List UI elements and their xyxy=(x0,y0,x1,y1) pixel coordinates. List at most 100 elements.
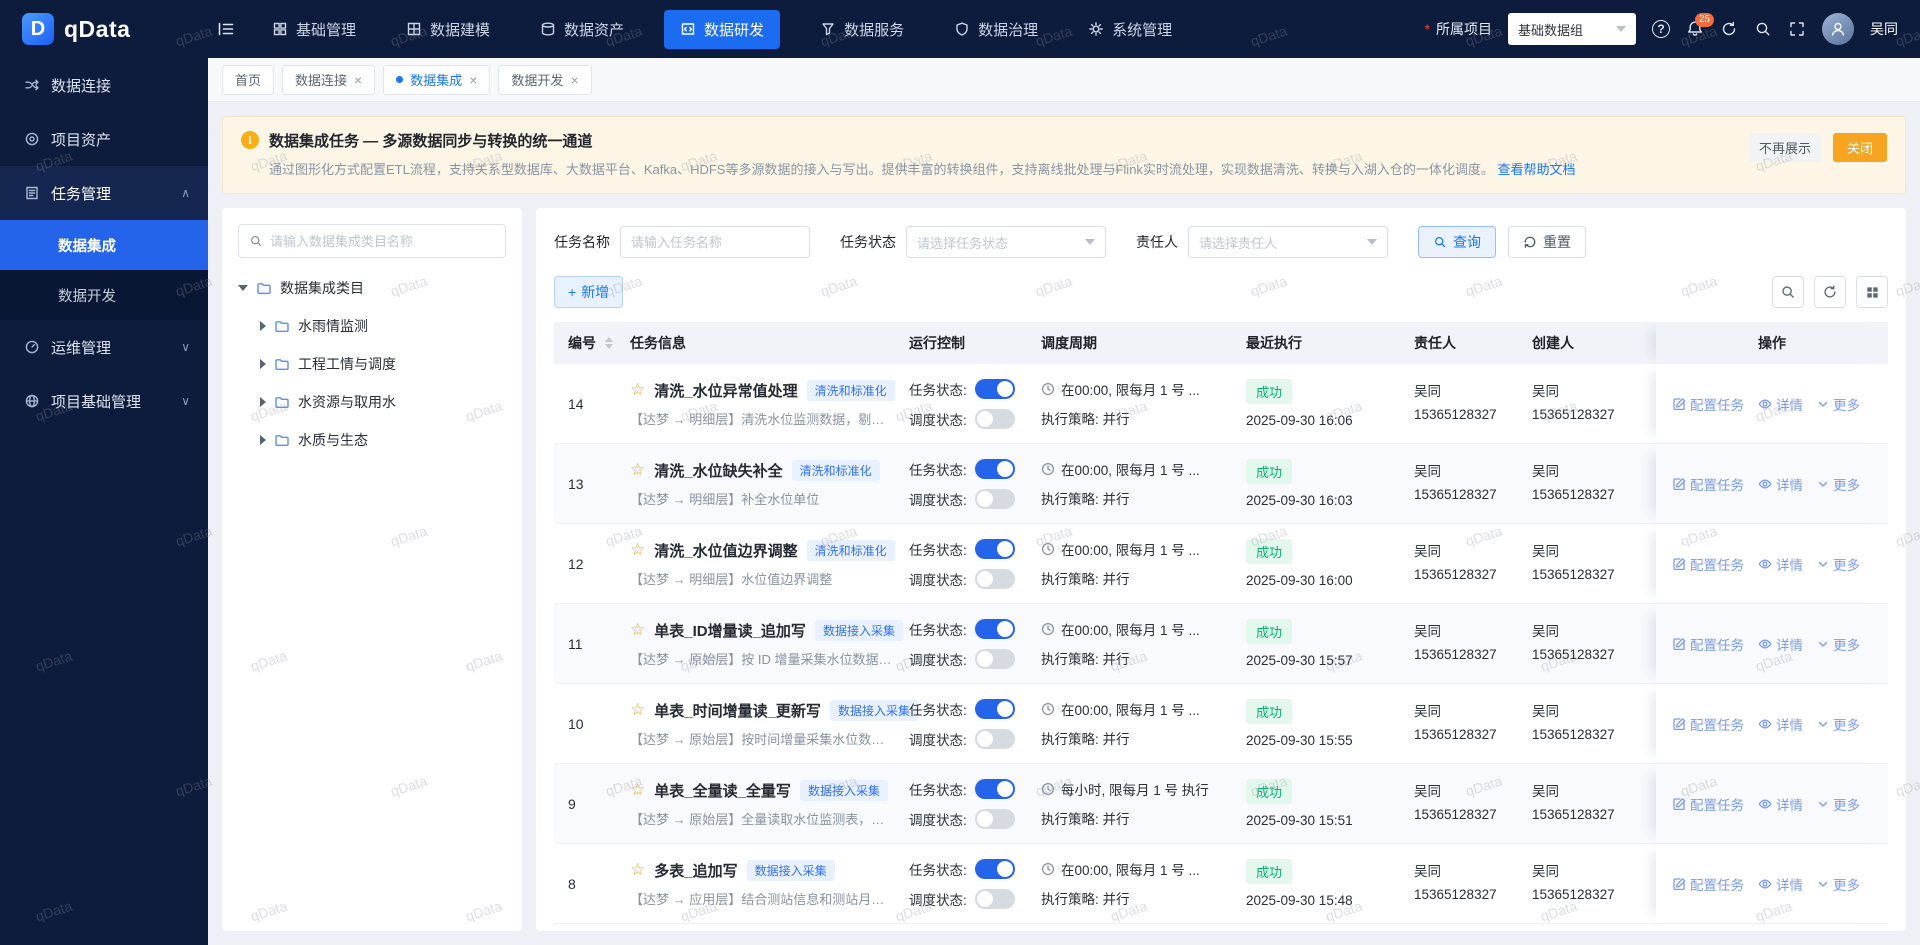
task-state-toggle[interactable] xyxy=(975,859,1015,879)
task-state-toggle[interactable] xyxy=(975,619,1015,639)
username[interactable]: 吴同 xyxy=(1870,19,1898,39)
more-link[interactable]: 更多 xyxy=(1817,554,1860,574)
task-name[interactable]: 单表_ID增量读_追加写 xyxy=(654,620,806,641)
caret-collapsed-icon[interactable] xyxy=(260,397,266,407)
sort-icon[interactable] xyxy=(605,337,613,349)
favorite-star-icon[interactable]: ☆ xyxy=(630,380,645,400)
sched-state-toggle[interactable] xyxy=(975,409,1015,429)
task-name[interactable]: 多表_追加写 xyxy=(654,860,737,881)
sched-state-toggle[interactable] xyxy=(975,649,1015,669)
tree-node[interactable]: 水资源与取用水 xyxy=(238,392,506,412)
details-link[interactable]: 详情 xyxy=(1758,714,1803,734)
tree-node[interactable]: 水雨情监测 xyxy=(238,316,506,336)
search-icon[interactable] xyxy=(1754,20,1772,38)
task-status-select[interactable]: 请选择任务状态 xyxy=(906,226,1106,258)
task-state-toggle[interactable] xyxy=(975,779,1015,799)
favorite-star-icon[interactable]: ☆ xyxy=(630,860,645,880)
sidebar-item-ops-management[interactable]: 运维管理 ∨ xyxy=(0,320,208,374)
sched-state-toggle[interactable] xyxy=(975,809,1015,829)
topnav-item-basic-mgmt[interactable]: 基础管理 xyxy=(262,10,366,49)
details-link[interactable]: 详情 xyxy=(1758,554,1803,574)
more-link[interactable]: 更多 xyxy=(1817,714,1860,734)
topnav-item-data-modeling[interactable]: 数据建模 xyxy=(396,10,500,49)
tree-search-input[interactable] xyxy=(270,234,495,249)
close-icon[interactable]: × xyxy=(570,72,578,88)
favorite-star-icon[interactable]: ☆ xyxy=(630,460,645,480)
sidebar-item-data-connection[interactable]: 数据连接 xyxy=(0,58,208,112)
task-name-input[interactable] xyxy=(620,226,810,258)
favorite-star-icon[interactable]: ☆ xyxy=(630,540,645,560)
tab[interactable]: 数据开发 × xyxy=(498,65,591,95)
tab[interactable]: 数据集成 × xyxy=(383,65,490,95)
refresh-icon[interactable] xyxy=(1720,20,1738,38)
tab[interactable]: 首页 xyxy=(222,65,274,95)
notification-bell-icon[interactable]: 25 xyxy=(1686,20,1704,38)
sched-state-toggle[interactable] xyxy=(975,569,1015,589)
caret-collapsed-icon[interactable] xyxy=(260,321,266,331)
details-link[interactable]: 详情 xyxy=(1758,634,1803,654)
details-link[interactable]: 详情 xyxy=(1758,474,1803,494)
project-select[interactable]: 基础数据组 xyxy=(1508,13,1636,45)
caret-expanded-icon[interactable] xyxy=(238,285,248,291)
task-name[interactable]: 单表_全量读_全量写 xyxy=(654,780,791,801)
topnav-item-data-services[interactable]: 数据服务 xyxy=(810,10,914,49)
caret-collapsed-icon[interactable] xyxy=(260,435,266,445)
sidebar-item-data-integration[interactable]: 数据集成 xyxy=(0,220,208,270)
task-state-toggle[interactable] xyxy=(975,379,1015,399)
configure-task-link[interactable]: 配置任务 xyxy=(1672,474,1744,494)
details-link[interactable]: 详情 xyxy=(1758,874,1803,894)
table-search-icon[interactable] xyxy=(1772,276,1804,308)
sidebar-item-project-basic-mgmt[interactable]: 项目基础管理 ∨ xyxy=(0,374,208,428)
more-link[interactable]: 更多 xyxy=(1817,394,1860,414)
more-link[interactable]: 更多 xyxy=(1817,474,1860,494)
task-name[interactable]: 单表_时间增量读_更新写 xyxy=(654,700,821,721)
sched-state-toggle[interactable] xyxy=(975,889,1015,909)
task-name[interactable]: 清洗_水位值边界调整 xyxy=(654,540,797,561)
fullscreen-icon[interactable] xyxy=(1788,20,1806,38)
task-state-toggle[interactable] xyxy=(975,699,1015,719)
more-link[interactable]: 更多 xyxy=(1817,634,1860,654)
tree-root-node[interactable]: 数据集成类目 xyxy=(238,278,506,298)
configure-task-link[interactable]: 配置任务 xyxy=(1672,394,1744,414)
favorite-star-icon[interactable]: ☆ xyxy=(630,620,645,640)
tree-node[interactable]: 工程工情与调度 xyxy=(238,354,506,374)
task-name[interactable]: 清洗_水位异常值处理 xyxy=(654,380,797,401)
topnav-item-system-mgmt[interactable]: 系统管理 xyxy=(1078,10,1182,49)
topnav-item-data-dev[interactable]: 数据研发 xyxy=(664,10,780,49)
add-task-button[interactable]: + 新增 xyxy=(554,276,623,308)
tree-node[interactable]: 水质与生态 xyxy=(238,430,506,450)
favorite-star-icon[interactable]: ☆ xyxy=(630,700,645,720)
dismiss-button[interactable]: 不再展示 xyxy=(1749,133,1821,162)
more-link[interactable]: 更多 xyxy=(1817,794,1860,814)
topnav-item-data-governance[interactable]: 数据治理 xyxy=(944,10,1048,49)
reset-button[interactable]: 重置 xyxy=(1508,226,1586,258)
table-refresh-icon[interactable] xyxy=(1814,276,1846,308)
close-banner-button[interactable]: 关闭 xyxy=(1833,133,1887,162)
configure-task-link[interactable]: 配置任务 xyxy=(1672,874,1744,894)
task-name[interactable]: 清洗_水位缺失补全 xyxy=(654,460,782,481)
help-icon[interactable]: ? xyxy=(1652,20,1670,38)
task-state-toggle[interactable] xyxy=(975,459,1015,479)
help-doc-link[interactable]: 查看帮助文档 xyxy=(1498,162,1576,177)
table-layout-grid-icon[interactable] xyxy=(1856,276,1888,308)
owner-select[interactable]: 请选择责任人 xyxy=(1188,226,1388,258)
tab[interactable]: 数据连接 × xyxy=(282,65,375,95)
close-icon[interactable]: × xyxy=(354,72,362,88)
close-icon[interactable]: × xyxy=(469,72,477,88)
caret-collapsed-icon[interactable] xyxy=(260,359,266,369)
configure-task-link[interactable]: 配置任务 xyxy=(1672,794,1744,814)
topnav-item-data-assets[interactable]: 数据资产 xyxy=(530,10,634,49)
sched-state-toggle[interactable] xyxy=(975,489,1015,509)
task-state-toggle[interactable] xyxy=(975,539,1015,559)
sidebar-item-data-development[interactable]: 数据开发 xyxy=(0,270,208,320)
avatar[interactable] xyxy=(1822,13,1854,45)
details-link[interactable]: 详情 xyxy=(1758,794,1803,814)
configure-task-link[interactable]: 配置任务 xyxy=(1672,554,1744,574)
configure-task-link[interactable]: 配置任务 xyxy=(1672,714,1744,734)
more-link[interactable]: 更多 xyxy=(1817,874,1860,894)
sched-state-toggle[interactable] xyxy=(975,729,1015,749)
query-button[interactable]: 查询 xyxy=(1418,226,1496,258)
sidebar-collapse-icon[interactable] xyxy=(216,19,236,39)
details-link[interactable]: 详情 xyxy=(1758,394,1803,414)
sidebar-item-project-assets[interactable]: 项目资产 xyxy=(0,112,208,166)
